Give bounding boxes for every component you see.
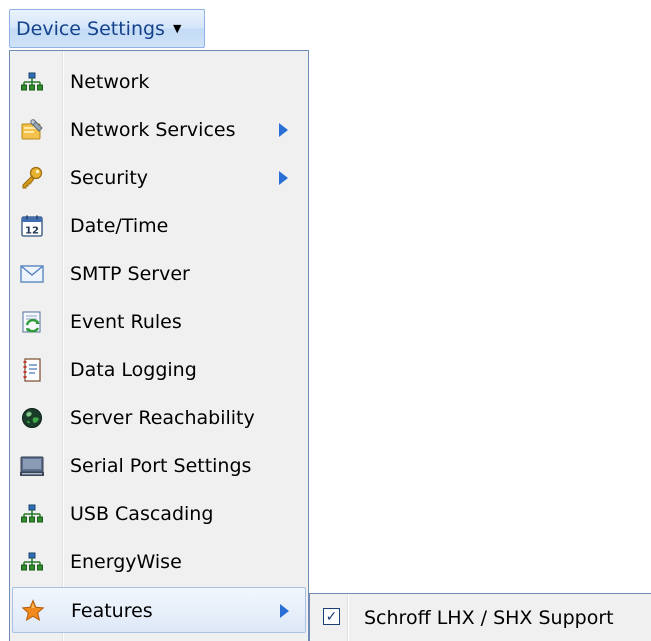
menu-item-schroff-lhx-shx-support[interactable]: ✓ Schroff LHX / SHX Support bbox=[312, 596, 651, 640]
menu-item-server-reachability[interactable]: Server Reachability bbox=[12, 395, 306, 441]
key-icon bbox=[20, 166, 44, 190]
checkmark-icon: ✓ bbox=[325, 608, 338, 625]
menu-item-features[interactable]: Features bbox=[12, 587, 306, 633]
menu-item-energywise[interactable]: EnergyWise bbox=[12, 539, 306, 585]
globe-icon bbox=[20, 406, 44, 430]
menu-item-usb-cascading[interactable]: USB Cascading bbox=[12, 491, 306, 537]
menu-item-smtp-server[interactable]: SMTP Server bbox=[12, 251, 306, 297]
schroff-support-checkbox[interactable]: ✓ bbox=[323, 608, 340, 625]
notebook-icon bbox=[20, 358, 44, 382]
device-settings-menu-button[interactable]: Device Settings ▼ bbox=[9, 9, 205, 48]
menu-item-date-time[interactable]: 12 Date/Time bbox=[12, 203, 306, 249]
chevron-down-icon: ▼ bbox=[172, 22, 182, 35]
menu-item-label: Security bbox=[70, 167, 149, 189]
menu-item-label: EnergyWise bbox=[70, 551, 182, 573]
submenu-arrow-icon bbox=[280, 604, 289, 618]
network-services-icon bbox=[20, 118, 44, 142]
device-settings-page: Device Settings ▼ Network Network Servic… bbox=[0, 0, 651, 641]
features-submenu: ✓ Schroff LHX / SHX Support bbox=[309, 593, 651, 641]
menu-item-label: SMTP Server bbox=[70, 263, 190, 285]
svg-text:12: 12 bbox=[25, 226, 39, 237]
submenu-item-label: Schroff LHX / SHX Support bbox=[364, 607, 614, 629]
menu-item-network[interactable]: Network bbox=[12, 59, 306, 105]
menu-item-security[interactable]: Security bbox=[12, 155, 306, 201]
menu-item-event-rules[interactable]: Event Rules bbox=[12, 299, 306, 345]
submenu-arrow-icon bbox=[279, 171, 288, 185]
menu-item-label: Event Rules bbox=[70, 311, 182, 333]
device-settings-label: Device Settings bbox=[16, 17, 165, 40]
network-icon bbox=[20, 550, 44, 574]
menu-item-network-services[interactable]: Network Services bbox=[12, 107, 306, 153]
submenu-arrow-icon bbox=[279, 123, 288, 137]
menu-item-serial-port-settings[interactable]: Serial Port Settings bbox=[12, 443, 306, 489]
calendar-icon: 12 bbox=[20, 214, 44, 238]
menu-item-label: Data Logging bbox=[70, 359, 197, 381]
device-settings-dropdown: Network Network Services Security 12 Dat… bbox=[9, 50, 309, 641]
star-icon bbox=[21, 599, 45, 623]
menu-item-label: Network bbox=[70, 71, 150, 93]
network-icon bbox=[20, 502, 44, 526]
menu-item-label: Features bbox=[71, 600, 153, 622]
menu-item-label: Date/Time bbox=[70, 215, 169, 237]
network-icon bbox=[20, 70, 44, 94]
menu-item-label: USB Cascading bbox=[70, 503, 214, 525]
menu-item-label: Network Services bbox=[70, 119, 236, 141]
event-rules-icon bbox=[20, 310, 44, 334]
menu-item-data-logging[interactable]: Data Logging bbox=[12, 347, 306, 393]
menu-item-label: Server Reachability bbox=[70, 407, 255, 429]
serial-port-icon bbox=[20, 454, 44, 478]
menu-item-label: Serial Port Settings bbox=[70, 455, 252, 477]
envelope-icon bbox=[20, 262, 44, 286]
